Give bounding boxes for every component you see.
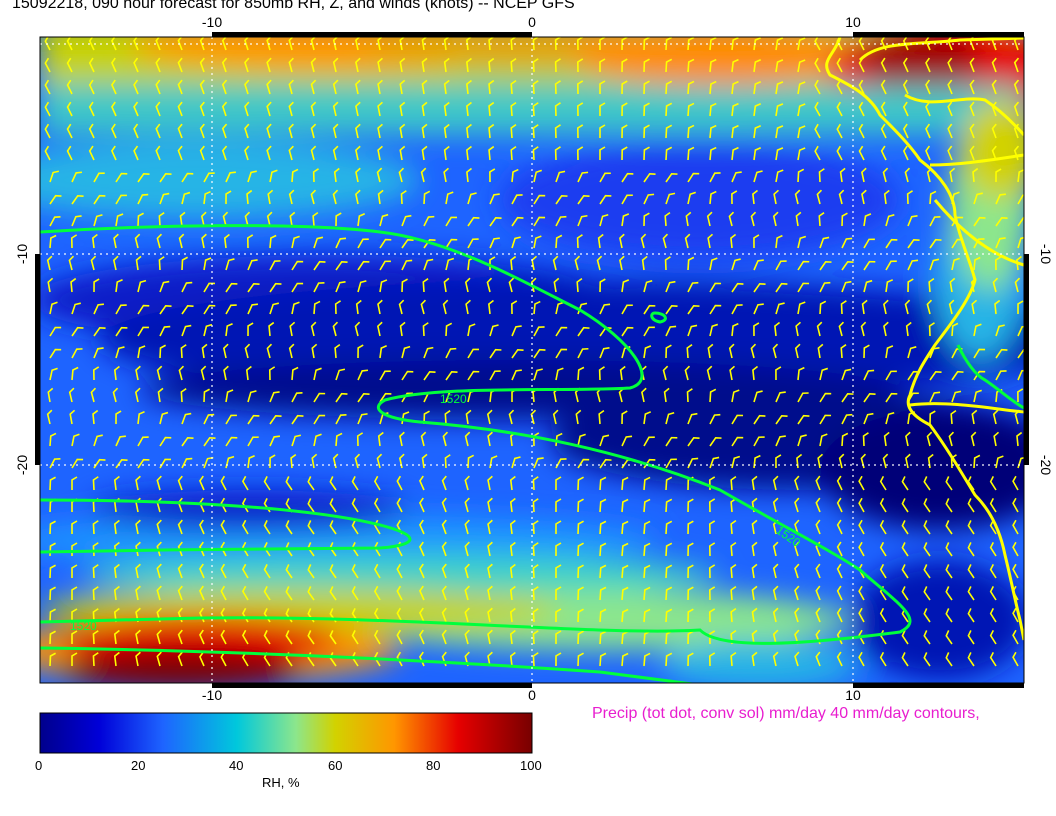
forecast-map: 1520 1520 1520 -10 0 10 -10 0 10 -10 -20… [14,14,1054,700]
colorbar-tick: 60 [328,758,343,773]
x-tick-label: -10 [202,687,222,700]
colorbar-tick: 100 [520,758,542,773]
precip-note: Precip (tot dot, conv sol) mm/day 40 mm/… [592,705,980,722]
y-tick-label: -10 [1038,244,1054,264]
x-tick-label: 0 [528,687,536,700]
colorbar-tick: 80 [426,758,441,773]
contour-label: 1520 [70,619,97,633]
x-tick-label: 10 [845,687,861,700]
x-tick-label: -10 [202,14,222,30]
rh-field [40,37,1024,683]
colorbar-gradient [39,712,533,754]
y-tick-label: -10 [14,244,30,264]
x-tick-label: 10 [845,14,861,30]
x-tick-label: 0 [528,14,536,30]
colorbar-tick: 0 [35,758,43,773]
colorbar-tick: 20 [131,758,146,773]
y-tick-label: -20 [1038,455,1054,475]
contour-label: 1520 [440,392,467,406]
colorbar-tick: 40 [229,758,244,773]
rh-colorbar [39,712,533,754]
y-tick-label: -20 [14,455,30,475]
colorbar-label: RH, % [262,775,300,790]
